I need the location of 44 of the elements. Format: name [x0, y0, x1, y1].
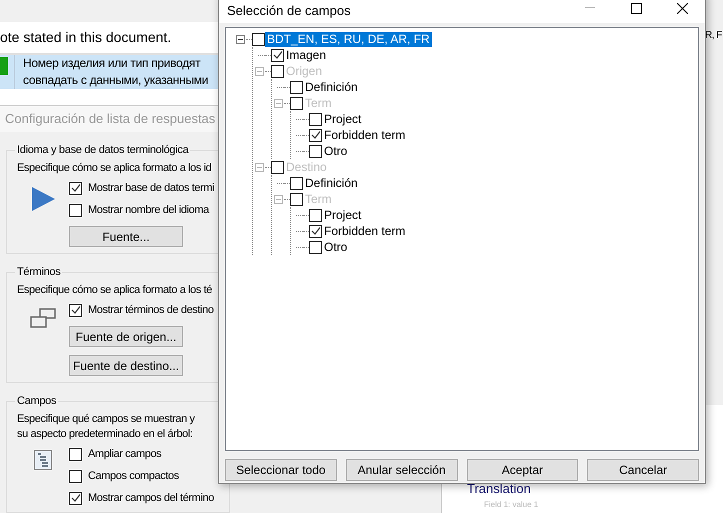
dialog-button[interactable]: Anular selección [346, 459, 458, 481]
group-title: Idioma y base de datos terminológica [15, 142, 190, 158]
play-icon [30, 186, 56, 212]
checkbox[interactable] [271, 48, 284, 62]
description-text: Especifique cómo se aplica formato a los té [17, 283, 212, 298]
description-text: Especifique qué campos se muestran y [17, 412, 195, 427]
font-button[interactable]: Fuente... [69, 226, 183, 247]
minimize-icon [585, 7, 595, 9]
maximize-icon [630, 2, 642, 14]
field-text: Field 1: value 1 [483, 499, 540, 511]
segment-text: совпадать с данными, указанными [23, 72, 208, 90]
cut-text: R, F [705, 29, 722, 43]
checkbox[interactable] [69, 182, 82, 194]
description-text: su aspecto predeterminado en el árbol: [17, 427, 193, 442]
dialog-button[interactable]: Seleccionar todo [225, 459, 337, 481]
option-label: Mostrar términos de destino [88, 302, 214, 318]
tree-list-icon [34, 450, 52, 470]
windows-icon [30, 308, 56, 328]
group-title: Campos [15, 393, 58, 410]
segment-text: Номер изделия или тип приводят [23, 55, 200, 72]
checkbox[interactable] [69, 204, 82, 216]
tree-item[interactable]: BDT_EN, ES, RU, DE, AR, FR [265, 32, 432, 46]
dialog-button[interactable]: Aceptar [466, 459, 578, 481]
font-button[interactable]: Fuente de origen... [69, 326, 183, 347]
option-label: Ampliar campos [88, 446, 162, 462]
tree-item[interactable]: Imagen [284, 48, 328, 62]
checkbox[interactable] [69, 448, 82, 460]
option-label: Mostrar campos del término [88, 490, 214, 506]
checkbox[interactable] [69, 304, 82, 316]
collapse-icon[interactable] [236, 34, 244, 44]
checkbox[interactable] [252, 32, 265, 46]
option-label: Campos compactos [88, 468, 179, 484]
panel-title: Configuración de lista de respuestas [5, 110, 216, 128]
dialog-title: Selección de campos [227, 2, 351, 20]
note-text: ote stated in this document. [0, 28, 172, 48]
close-icon [676, 2, 688, 14]
option-label: Mostrar base de datos termi [88, 180, 214, 196]
checkbox[interactable] [69, 470, 82, 482]
option-label: Mostrar nombre del idioma [88, 202, 209, 218]
heading-text: Translation [467, 481, 532, 496]
checkbox[interactable] [69, 492, 82, 504]
font-button[interactable]: Fuente de destino... [69, 355, 183, 376]
description-text: Especifique cómo se aplica formato a los id [17, 161, 212, 176]
dialog-button[interactable]: Cancelar [587, 459, 699, 481]
